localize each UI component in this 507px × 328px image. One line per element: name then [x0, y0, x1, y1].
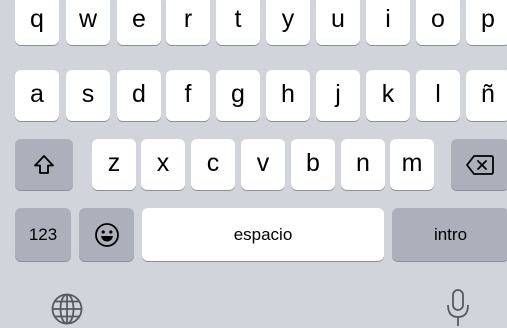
- key-g[interactable]: g: [216, 70, 260, 121]
- key-label: q: [30, 5, 44, 33]
- key-label: o: [431, 5, 445, 33]
- key-k[interactable]: k: [366, 70, 410, 121]
- key-u[interactable]: u: [316, 0, 360, 45]
- key-label: n: [356, 149, 370, 177]
- key-label: y: [281, 5, 295, 33]
- key-b[interactable]: b: [291, 139, 335, 190]
- key-d[interactable]: d: [117, 70, 161, 121]
- microphone-icon: [445, 288, 471, 328]
- key-p[interactable]: p: [466, 0, 507, 45]
- numbers-key-label: 123: [28, 225, 58, 244]
- key-label: j: [335, 80, 341, 108]
- key-label: p: [481, 5, 495, 33]
- key-label: t: [234, 5, 242, 33]
- key-n[interactable]: n: [341, 139, 385, 190]
- emoji-key[interactable]: [79, 208, 134, 261]
- numbers-key[interactable]: 123: [15, 208, 71, 261]
- key-c[interactable]: c: [191, 139, 235, 190]
- key-label: v: [256, 149, 270, 177]
- key-label: l: [435, 80, 441, 108]
- key-f[interactable]: f: [166, 70, 210, 121]
- key-r[interactable]: r: [166, 0, 210, 45]
- key-w[interactable]: w: [66, 0, 110, 45]
- key-label: h: [281, 80, 295, 108]
- key-label: ñ: [481, 80, 495, 108]
- shift-key[interactable]: [15, 139, 73, 190]
- globe-button[interactable]: [48, 290, 86, 328]
- return-key-label: intro: [433, 225, 468, 244]
- key-label: x: [156, 149, 170, 177]
- emoji-icon: [94, 222, 120, 248]
- key-y[interactable]: y: [266, 0, 310, 45]
- microphone-button[interactable]: [440, 288, 476, 328]
- key-j[interactable]: j: [316, 70, 360, 121]
- key-t[interactable]: t: [216, 0, 260, 45]
- key-q[interactable]: q: [15, 0, 59, 45]
- key-label: r: [183, 5, 193, 33]
- key-label: a: [30, 80, 44, 108]
- key-label: g: [231, 80, 245, 108]
- key-z[interactable]: z: [92, 139, 136, 190]
- shift-icon: [32, 153, 56, 177]
- key-label: f: [184, 80, 192, 108]
- key-label: s: [81, 80, 95, 108]
- key-s[interactable]: s: [66, 70, 110, 121]
- key-l[interactable]: l: [416, 70, 460, 121]
- space-key-label: espacio: [233, 225, 293, 244]
- key-a[interactable]: a: [15, 70, 59, 121]
- key-label: b: [306, 149, 320, 177]
- key-h[interactable]: h: [266, 70, 310, 121]
- key-n-tilde[interactable]: ñ: [466, 70, 507, 121]
- key-label: w: [78, 5, 98, 33]
- key-label: u: [331, 5, 345, 33]
- key-o[interactable]: o: [416, 0, 460, 45]
- keyboard: q w e r t y u i o p a s d f g h j k l ñ …: [0, 0, 507, 328]
- key-label: m: [401, 149, 423, 177]
- key-m[interactable]: m: [390, 139, 434, 190]
- key-label: d: [132, 80, 146, 108]
- key-label: e: [132, 5, 146, 33]
- return-key[interactable]: intro: [392, 208, 507, 261]
- space-key[interactable]: espacio: [142, 208, 384, 261]
- delete-key[interactable]: [451, 139, 507, 190]
- key-label: z: [107, 149, 121, 177]
- key-i[interactable]: i: [366, 0, 410, 45]
- globe-icon: [50, 292, 84, 326]
- key-label: c: [206, 149, 220, 177]
- key-x[interactable]: x: [141, 139, 185, 190]
- key-label: k: [381, 80, 395, 108]
- key-v[interactable]: v: [241, 139, 285, 190]
- key-label: i: [385, 5, 391, 33]
- key-e[interactable]: e: [117, 0, 161, 45]
- delete-icon: [465, 154, 495, 176]
